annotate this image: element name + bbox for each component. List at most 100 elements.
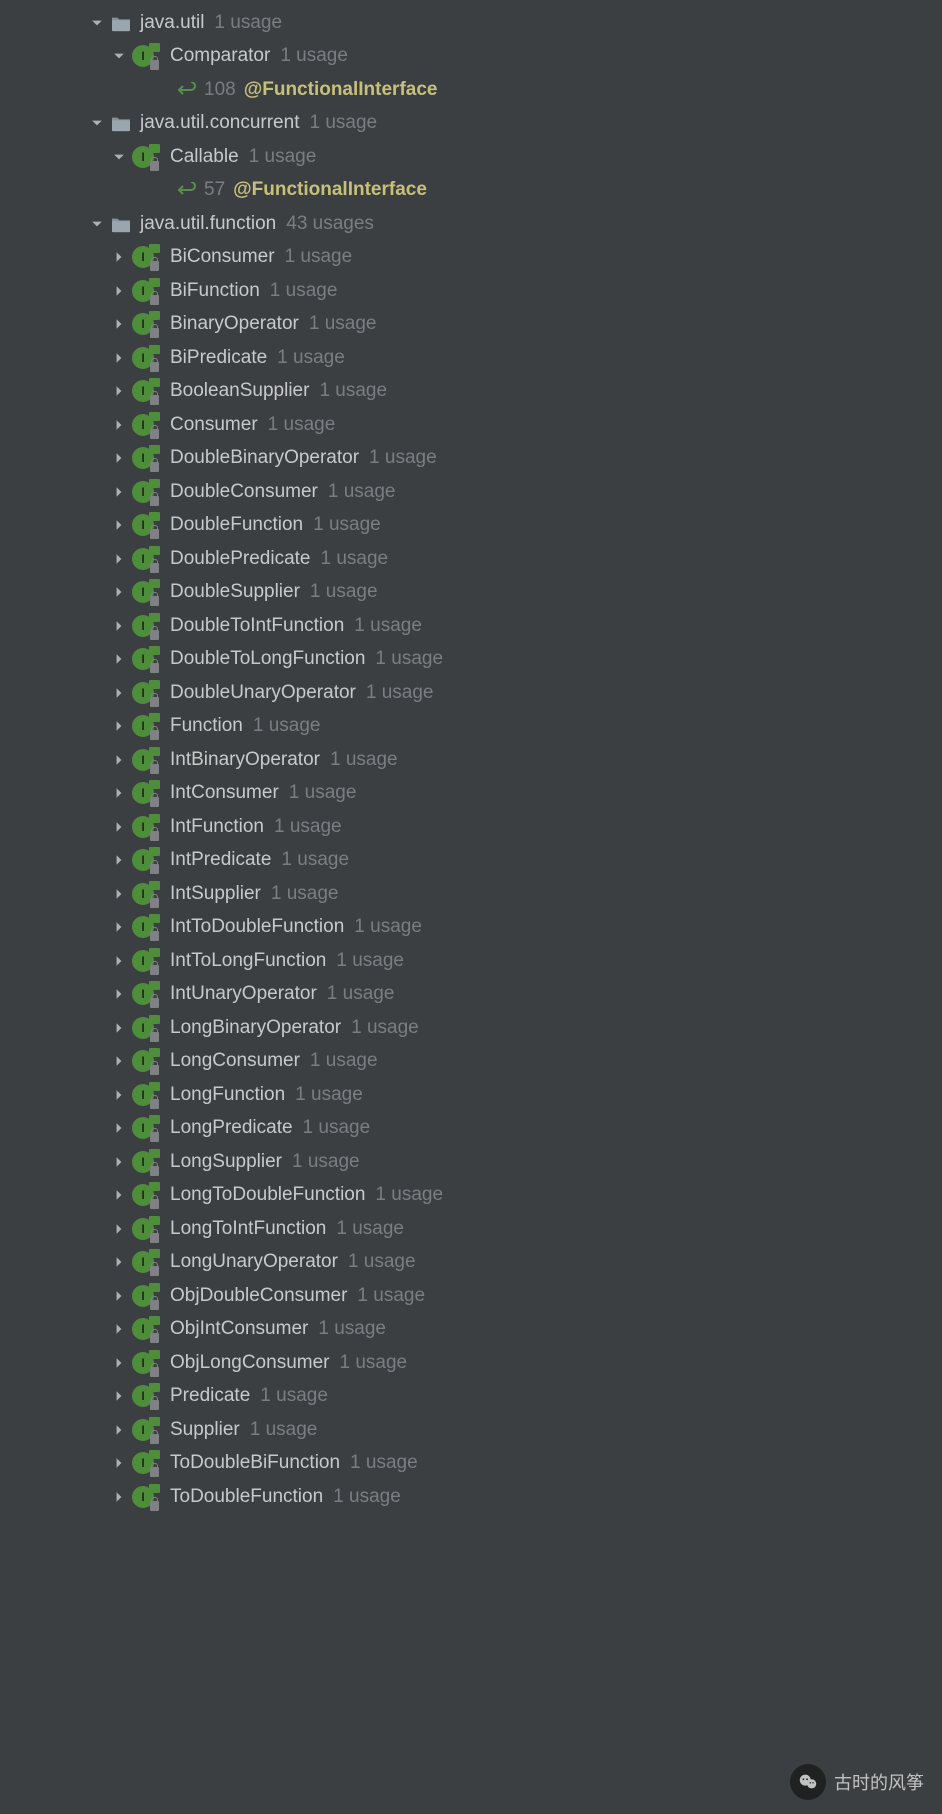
tree-row[interactable]: IToDoubleFunction1 usage: [0, 1480, 942, 1514]
tree-row[interactable]: java.util1 usage: [0, 6, 942, 40]
tree-row[interactable]: IComparator1 usage: [0, 40, 942, 74]
usage-count: 1 usage: [270, 280, 338, 302]
expand-arrow-icon[interactable]: [112, 1322, 126, 1336]
expand-arrow-icon[interactable]: [90, 217, 104, 231]
tree-row[interactable]: IDoubleSupplier1 usage: [0, 576, 942, 610]
expand-arrow-icon[interactable]: [112, 250, 126, 264]
expand-arrow-icon[interactable]: [112, 753, 126, 767]
usage-count: 1 usage: [309, 313, 377, 335]
expand-arrow-icon[interactable]: [112, 1021, 126, 1035]
expand-arrow-icon[interactable]: [112, 1356, 126, 1370]
tree-row[interactable]: ILongToIntFunction1 usage: [0, 1212, 942, 1246]
tree-row[interactable]: ILongToDoubleFunction1 usage: [0, 1179, 942, 1213]
expand-arrow-icon[interactable]: [112, 1456, 126, 1470]
tree-row[interactable]: 57@FunctionalInterface: [0, 174, 942, 208]
tree-row[interactable]: IObjIntConsumer1 usage: [0, 1313, 942, 1347]
expand-arrow-icon[interactable]: [112, 786, 126, 800]
tree-row[interactable]: IIntToLongFunction1 usage: [0, 944, 942, 978]
annotation-text: @FunctionalInterface: [233, 179, 427, 201]
tree-row[interactable]: IDoubleFunction1 usage: [0, 509, 942, 543]
usage-count: 1 usage: [336, 950, 404, 972]
tree-row[interactable]: IIntPredicate1 usage: [0, 844, 942, 878]
tree-row[interactable]: ILongConsumer1 usage: [0, 1045, 942, 1079]
tree-row[interactable]: IDoublePredicate1 usage: [0, 542, 942, 576]
expand-arrow-icon[interactable]: [90, 116, 104, 130]
expand-arrow-icon[interactable]: [112, 418, 126, 432]
expand-arrow-icon[interactable]: [112, 652, 126, 666]
tree-row[interactable]: IDoubleToIntFunction1 usage: [0, 609, 942, 643]
tree-row[interactable]: IObjLongConsumer1 usage: [0, 1346, 942, 1380]
expand-arrow-icon[interactable]: [112, 853, 126, 867]
tree-row[interactable]: IIntSupplier1 usage: [0, 877, 942, 911]
class-label: LongBinaryOperator: [170, 1017, 341, 1039]
tree-row[interactable]: IObjDoubleConsumer1 usage: [0, 1279, 942, 1313]
tree-row[interactable]: IIntBinaryOperator1 usage: [0, 743, 942, 777]
expand-arrow-icon[interactable]: [112, 1389, 126, 1403]
expand-arrow-icon[interactable]: [112, 351, 126, 365]
tree-row[interactable]: java.util.function43 usages: [0, 207, 942, 241]
tree-row[interactable]: IBooleanSupplier1 usage: [0, 375, 942, 409]
expand-arrow-icon[interactable]: [112, 686, 126, 700]
tree-row[interactable]: IDoubleConsumer1 usage: [0, 475, 942, 509]
expand-arrow-icon[interactable]: [112, 1121, 126, 1135]
class-label: IntUnaryOperator: [170, 983, 317, 1005]
expand-arrow-icon[interactable]: [112, 619, 126, 633]
interface-icon: I: [132, 681, 162, 705]
tree-row[interactable]: IFunction1 usage: [0, 710, 942, 744]
tree-row[interactable]: ILongFunction1 usage: [0, 1078, 942, 1112]
expand-arrow-icon[interactable]: [112, 150, 126, 164]
expand-arrow-icon[interactable]: [112, 1188, 126, 1202]
expand-arrow-icon[interactable]: [112, 1155, 126, 1169]
expand-arrow-icon[interactable]: [112, 820, 126, 834]
tree-row[interactable]: IDoubleBinaryOperator1 usage: [0, 442, 942, 476]
tree-row[interactable]: IBiFunction1 usage: [0, 274, 942, 308]
interface-icon: I: [132, 915, 162, 939]
tree-row[interactable]: IIntFunction1 usage: [0, 810, 942, 844]
expand-arrow-icon[interactable]: [112, 920, 126, 934]
expand-arrow-icon[interactable]: [112, 1490, 126, 1504]
tree-row[interactable]: IBiPredicate1 usage: [0, 341, 942, 375]
tree-row[interactable]: ILongPredicate1 usage: [0, 1112, 942, 1146]
tree-row[interactable]: IDoubleUnaryOperator1 usage: [0, 676, 942, 710]
tree-row[interactable]: IBiConsumer1 usage: [0, 241, 942, 275]
expand-arrow-icon[interactable]: [112, 585, 126, 599]
expand-arrow-icon[interactable]: [112, 954, 126, 968]
expand-arrow-icon[interactable]: [112, 485, 126, 499]
interface-icon: I: [132, 346, 162, 370]
tree-row[interactable]: ILongBinaryOperator1 usage: [0, 1011, 942, 1045]
tree-row[interactable]: IConsumer1 usage: [0, 408, 942, 442]
expand-arrow-icon[interactable]: [112, 1222, 126, 1236]
tree-row[interactable]: 108@FunctionalInterface: [0, 73, 942, 107]
expand-arrow-icon[interactable]: [112, 1289, 126, 1303]
expand-arrow-icon[interactable]: [112, 384, 126, 398]
expand-arrow-icon[interactable]: [112, 719, 126, 733]
tree-row[interactable]: IIntToDoubleFunction1 usage: [0, 911, 942, 945]
tree-row[interactable]: ILongSupplier1 usage: [0, 1145, 942, 1179]
expand-arrow-icon[interactable]: [112, 518, 126, 532]
expand-arrow-icon[interactable]: [112, 284, 126, 298]
tree-row[interactable]: IToDoubleBiFunction1 usage: [0, 1447, 942, 1481]
expand-arrow-icon[interactable]: [90, 16, 104, 30]
tree-row[interactable]: ISupplier1 usage: [0, 1413, 942, 1447]
usage-tree[interactable]: java.util1 usageIComparator1 usage108@Fu…: [0, 0, 942, 1514]
expand-arrow-icon[interactable]: [112, 1088, 126, 1102]
expand-arrow-icon[interactable]: [112, 1255, 126, 1269]
tree-row[interactable]: IPredicate1 usage: [0, 1380, 942, 1414]
tree-row[interactable]: IDoubleToLongFunction1 usage: [0, 643, 942, 677]
expand-arrow-icon[interactable]: [112, 887, 126, 901]
expand-arrow-icon[interactable]: [112, 1054, 126, 1068]
usage-count: 1 usage: [354, 615, 422, 637]
tree-row[interactable]: IBinaryOperator1 usage: [0, 308, 942, 342]
expand-arrow-icon[interactable]: [112, 1423, 126, 1437]
tree-row[interactable]: ICallable1 usage: [0, 140, 942, 174]
expand-arrow-icon[interactable]: [112, 987, 126, 1001]
tree-row[interactable]: java.util.concurrent1 usage: [0, 107, 942, 141]
tree-row[interactable]: IIntConsumer1 usage: [0, 777, 942, 811]
tree-row[interactable]: ILongUnaryOperator1 usage: [0, 1246, 942, 1280]
tree-row[interactable]: IIntUnaryOperator1 usage: [0, 978, 942, 1012]
expand-arrow-icon[interactable]: [112, 552, 126, 566]
expand-arrow-icon[interactable]: [112, 451, 126, 465]
expand-arrow-icon[interactable]: [112, 49, 126, 63]
interface-icon: I: [132, 1150, 162, 1174]
expand-arrow-icon[interactable]: [112, 317, 126, 331]
